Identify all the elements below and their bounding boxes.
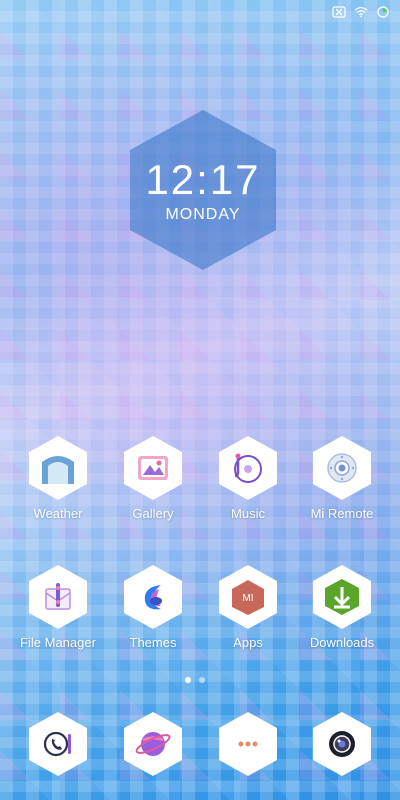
dock-browser[interactable] xyxy=(108,712,198,776)
app-downloads[interactable]: Downloads xyxy=(297,565,387,650)
app-gallery[interactable]: Gallery xyxy=(108,436,198,521)
file-manager-icon xyxy=(29,565,87,629)
music-icon xyxy=(219,436,277,500)
apps-store-icon: MI xyxy=(219,565,277,629)
battery-charging-icon xyxy=(376,6,390,18)
messages-icon xyxy=(219,712,277,776)
app-label: Mi Remote xyxy=(310,506,374,521)
app-themes[interactable]: Themes xyxy=(108,565,198,650)
themes-icon xyxy=(124,565,182,629)
camera-icon xyxy=(313,712,371,776)
app-label: Weather xyxy=(33,506,83,521)
weather-icon xyxy=(29,436,87,500)
page-indicator[interactable] xyxy=(185,677,205,683)
dock-messages[interactable] xyxy=(203,712,293,776)
downloads-icon xyxy=(313,565,371,629)
app-label: Downloads xyxy=(309,635,375,650)
app-label: Themes xyxy=(129,635,177,650)
page-dot-active[interactable] xyxy=(185,677,191,683)
sim-off-icon xyxy=(332,6,346,18)
browser-icon xyxy=(124,712,182,776)
dock-phone[interactable] xyxy=(13,712,103,776)
status-bar xyxy=(332,6,390,18)
clock-day: MONDAY xyxy=(165,206,241,223)
wifi-icon xyxy=(354,6,368,18)
app-apps[interactable]: MI Apps xyxy=(203,565,293,650)
app-file-manager[interactable]: File Manager xyxy=(13,565,103,650)
svg-text:MI: MI xyxy=(242,593,253,604)
app-music[interactable]: Music xyxy=(203,436,293,521)
app-mi-remote[interactable]: Mi Remote xyxy=(297,436,387,521)
app-label: Gallery xyxy=(132,506,174,521)
dock-camera[interactable] xyxy=(297,712,387,776)
app-label: File Manager xyxy=(20,635,96,650)
app-label: Apps xyxy=(233,635,263,650)
clock-time: 12:17 xyxy=(145,156,261,203)
app-label: Music xyxy=(231,506,265,521)
gallery-icon xyxy=(124,436,182,500)
phone-icon xyxy=(29,712,87,776)
remote-icon xyxy=(313,436,371,500)
page-dot[interactable] xyxy=(199,677,205,683)
app-weather[interactable]: Weather xyxy=(13,436,103,521)
